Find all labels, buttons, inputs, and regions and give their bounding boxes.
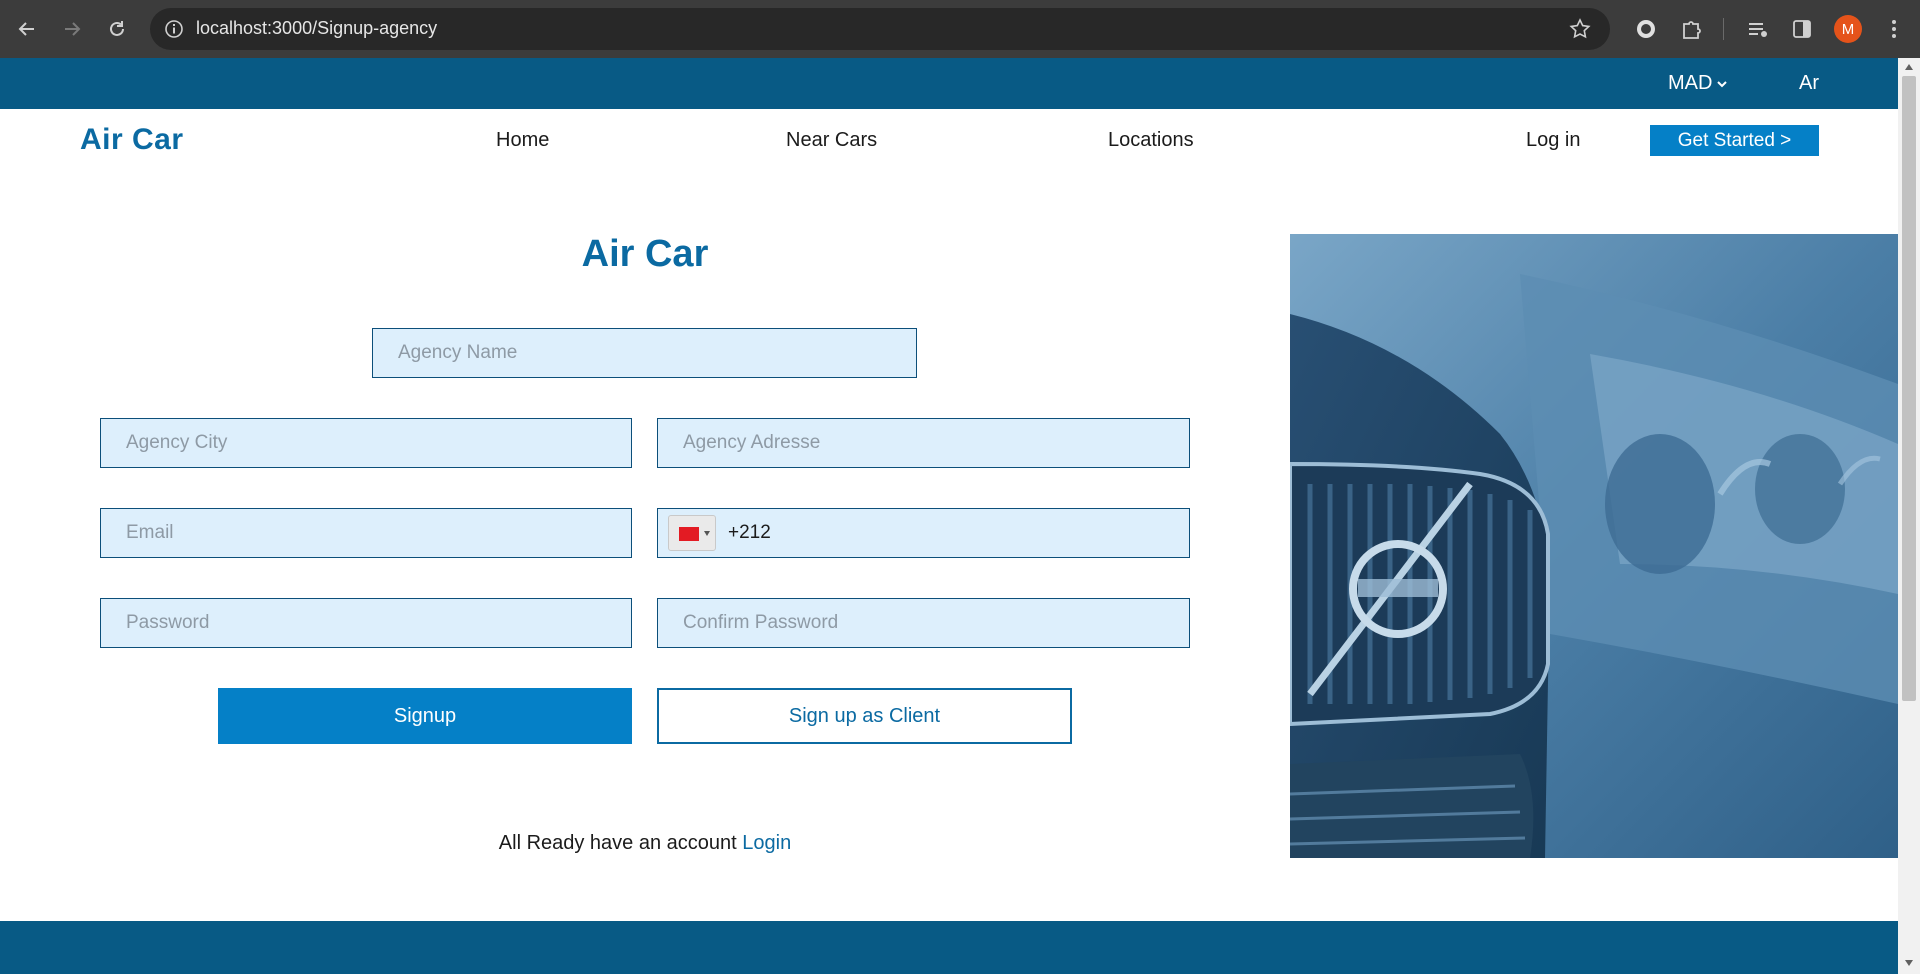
- puzzle-icon[interactable]: [1677, 15, 1705, 43]
- email-input[interactable]: [100, 508, 632, 558]
- agency-city-input[interactable]: [100, 418, 632, 468]
- signup-as-client-button[interactable]: Sign up as Client: [657, 688, 1072, 744]
- agency-name-input[interactable]: [372, 328, 917, 378]
- browser-toolbar: localhost:3000/Signup-agency M: [0, 0, 1920, 58]
- url-text[interactable]: localhost:3000/Signup-agency: [196, 18, 437, 39]
- side-panel-icon[interactable]: [1788, 15, 1816, 43]
- chevron-down-icon: [1717, 80, 1728, 87]
- main-navbar: Air Car Home Near Cars Locations Log in …: [0, 109, 1898, 173]
- extension-icon[interactable]: [1632, 15, 1660, 43]
- form-title: Air Car: [581, 233, 709, 275]
- agency-address-input[interactable]: [657, 418, 1190, 468]
- reload-icon[interactable]: [102, 14, 132, 44]
- password-input[interactable]: [100, 598, 632, 648]
- language-switch[interactable]: Ar: [1799, 72, 1819, 95]
- forward-arrow-icon[interactable]: [57, 14, 87, 44]
- info-icon[interactable]: [164, 19, 184, 39]
- page-scrollbar[interactable]: [1898, 58, 1920, 974]
- scroll-up-arrow-icon[interactable]: [1905, 64, 1913, 70]
- country-code-selector[interactable]: [668, 515, 716, 551]
- menu-dots-icon[interactable]: [1880, 15, 1908, 43]
- nav-locations[interactable]: Locations: [1108, 129, 1194, 152]
- login-prompt: All Ready have an account Login: [0, 832, 1290, 855]
- confirm-password-input[interactable]: [657, 598, 1190, 648]
- nav-home[interactable]: Home: [496, 129, 549, 152]
- hero-car-image: [1290, 234, 1898, 858]
- top-bar: MAD Ar: [0, 58, 1898, 109]
- nav-near-cars[interactable]: Near Cars: [786, 129, 877, 152]
- scrollbar-thumb[interactable]: [1902, 76, 1916, 701]
- footer: [0, 921, 1898, 974]
- media-icon[interactable]: [1744, 15, 1772, 43]
- toolbar-separator: [1723, 18, 1724, 40]
- phone-field: [657, 508, 1190, 558]
- morocco-flag-icon: [679, 527, 699, 541]
- phone-input[interactable]: [726, 509, 1180, 557]
- login-link[interactable]: Login: [742, 832, 791, 854]
- currency-selector[interactable]: MAD: [1668, 72, 1728, 95]
- back-arrow-icon[interactable]: [12, 14, 42, 44]
- profile-avatar[interactable]: M: [1834, 15, 1862, 43]
- signup-button[interactable]: Signup: [218, 688, 632, 744]
- currency-label: MAD: [1668, 72, 1713, 94]
- login-prompt-text: All Ready have an account: [498, 832, 737, 854]
- scroll-down-arrow-icon[interactable]: [1905, 960, 1913, 966]
- brand-logo[interactable]: Air Car: [80, 123, 184, 157]
- star-icon[interactable]: [1568, 17, 1592, 41]
- address-bar[interactable]: localhost:3000/Signup-agency: [150, 8, 1610, 50]
- get-started-button[interactable]: Get Started >: [1650, 125, 1819, 156]
- caret-down-icon: [704, 531, 710, 536]
- nav-login[interactable]: Log in: [1526, 129, 1581, 152]
